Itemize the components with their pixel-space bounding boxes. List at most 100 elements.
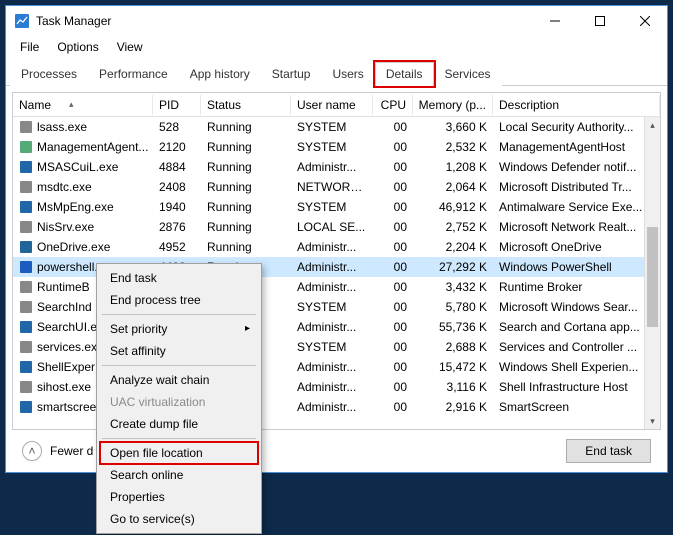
end-task-button[interactable]: End task (566, 439, 651, 463)
col-name-label: Name (19, 98, 51, 112)
maximize-icon (595, 16, 605, 26)
process-icon (19, 240, 33, 254)
cell-cpu: 00 (373, 359, 413, 375)
cell-description: Windows Shell Experien... (493, 359, 660, 375)
cell-description: Windows PowerShell (493, 259, 660, 275)
ctx-analyze-wait-chain[interactable]: Analyze wait chain (100, 369, 258, 391)
ctx-end-task[interactable]: End task (100, 267, 258, 289)
table-row[interactable]: MSASCuiL.exe4884RunningAdministr...001,2… (13, 157, 660, 177)
ctx-properties[interactable]: Properties (100, 486, 258, 508)
col-description[interactable]: Description (493, 95, 660, 115)
tab-details[interactable]: Details (375, 62, 434, 86)
cell-memory: 2,752 K (413, 219, 493, 235)
scroll-thumb[interactable] (647, 227, 658, 327)
titlebar[interactable]: Task Manager (6, 6, 667, 36)
cell-status: Running (201, 179, 291, 195)
cell-pid: 2120 (153, 139, 201, 155)
ctx-set-affinity[interactable]: Set affinity (100, 340, 258, 362)
process-icon (19, 280, 33, 294)
menu-file[interactable]: File (12, 38, 47, 56)
ctx-open-file-location[interactable]: Open file location (100, 442, 258, 464)
cell-memory: 2,688 K (413, 339, 493, 355)
cell-name: MSASCuiL.exe (13, 159, 153, 175)
tab-users[interactable]: Users (321, 62, 374, 86)
vertical-scrollbar[interactable]: ▴ ▾ (644, 117, 660, 429)
scroll-down-button[interactable]: ▾ (645, 413, 660, 429)
cell-name: msdtc.exe (13, 179, 153, 195)
col-pid[interactable]: PID (153, 95, 201, 115)
col-status[interactable]: Status (201, 95, 291, 115)
cell-cpu: 00 (373, 279, 413, 295)
cell-memory: 2,064 K (413, 179, 493, 195)
process-icon (19, 320, 33, 334)
maximize-button[interactable] (577, 6, 622, 36)
cell-cpu: 00 (373, 139, 413, 155)
tab-services[interactable]: Services (434, 62, 502, 86)
tab-bar: Processes Performance App history Startu… (6, 62, 667, 86)
process-icon (19, 340, 33, 354)
tab-performance[interactable]: Performance (88, 62, 179, 86)
tab-app-history[interactable]: App history (179, 62, 261, 86)
cell-description: Antimalware Service Exe... (493, 199, 660, 215)
cell-memory: 5,780 K (413, 299, 493, 315)
cell-user: SYSTEM (291, 299, 373, 315)
cell-cpu: 00 (373, 179, 413, 195)
cell-pid: 528 (153, 119, 201, 135)
cell-description: Services and Controller ... (493, 339, 660, 355)
ctx-create-dump-file[interactable]: Create dump file (100, 413, 258, 435)
cell-user: Administr... (291, 159, 373, 175)
cell-cpu: 00 (373, 199, 413, 215)
col-user[interactable]: User name (291, 95, 373, 115)
cell-memory: 2,532 K (413, 139, 493, 155)
table-row[interactable]: ManagementAgent...2120RunningSYSTEM002,5… (13, 137, 660, 157)
cell-description: Microsoft OneDrive (493, 239, 660, 255)
process-icon (19, 200, 33, 214)
fewer-details-toggle[interactable]: ˄ (22, 441, 42, 461)
cell-cpu: 00 (373, 159, 413, 175)
cell-status: Running (201, 219, 291, 235)
cell-cpu: 00 (373, 339, 413, 355)
cell-description: Shell Infrastructure Host (493, 379, 660, 395)
process-icon (19, 260, 33, 274)
cell-name: OneDrive.exe (13, 239, 153, 255)
col-memory[interactable]: Memory (p... (413, 95, 493, 115)
cell-user: SYSTEM (291, 199, 373, 215)
cell-name: lsass.exe (13, 119, 153, 135)
app-icon (14, 13, 30, 29)
ctx-set-priority[interactable]: Set priority▸ (100, 318, 258, 340)
table-row[interactable]: NisSrv.exe2876RunningLOCAL SE...002,752 … (13, 217, 660, 237)
process-icon (19, 180, 33, 194)
cell-memory: 46,912 K (413, 199, 493, 215)
cell-user: NETWORK... (291, 179, 373, 195)
cell-description: Search and Cortana app... (493, 319, 660, 335)
ctx-end-process-tree[interactable]: End process tree (100, 289, 258, 311)
table-row[interactable]: msdtc.exe2408RunningNETWORK...002,064 KM… (13, 177, 660, 197)
table-row[interactable]: OneDrive.exe4952RunningAdministr...002,2… (13, 237, 660, 257)
cell-description: Microsoft Network Realt... (493, 219, 660, 235)
cell-status: Running (201, 199, 291, 215)
menu-options[interactable]: Options (49, 38, 106, 56)
col-cpu[interactable]: CPU (373, 95, 413, 115)
table-row[interactable]: MsMpEng.exe1940RunningSYSTEM0046,912 KAn… (13, 197, 660, 217)
cell-user: LOCAL SE... (291, 219, 373, 235)
table-row[interactable]: lsass.exe528RunningSYSTEM003,660 KLocal … (13, 117, 660, 137)
minimize-button[interactable] (532, 6, 577, 36)
cell-memory: 55,736 K (413, 319, 493, 335)
ctx-go-to-services[interactable]: Go to service(s) (100, 508, 258, 530)
menu-view[interactable]: View (109, 38, 151, 56)
fewer-details-label: Fewer d (50, 444, 93, 458)
tab-processes[interactable]: Processes (10, 62, 88, 86)
tab-startup[interactable]: Startup (261, 62, 322, 86)
cell-user: Administr... (291, 379, 373, 395)
cell-user: SYSTEM (291, 119, 373, 135)
cell-status: Running (201, 119, 291, 135)
cell-user: Administr... (291, 239, 373, 255)
process-icon (19, 220, 33, 234)
cell-pid: 4952 (153, 239, 201, 255)
close-button[interactable] (622, 6, 667, 36)
cell-cpu: 00 (373, 399, 413, 415)
col-name[interactable]: Name▴ (13, 95, 153, 115)
ctx-search-online[interactable]: Search online (100, 464, 258, 486)
cell-pid: 2876 (153, 219, 201, 235)
scroll-up-button[interactable]: ▴ (645, 117, 660, 133)
